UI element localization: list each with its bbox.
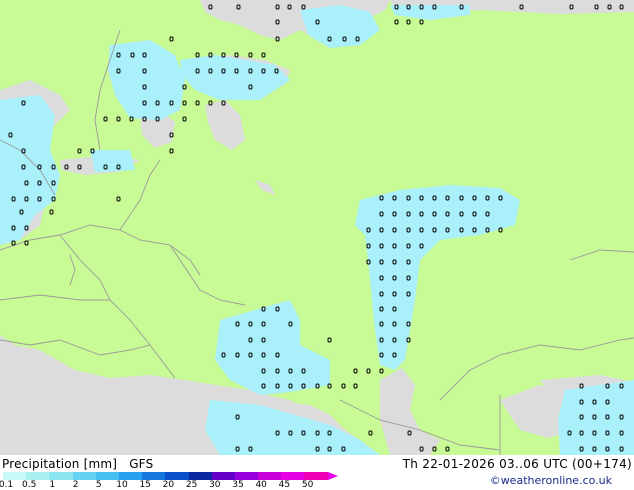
finland-precip	[90, 150, 135, 172]
credit-link[interactable]: ©weatheronline.co.uk	[490, 474, 612, 487]
scale-swatch	[49, 472, 73, 480]
scale-swatch	[211, 472, 235, 480]
scale-swatch	[188, 472, 212, 480]
scale-tick-label: 5	[95, 480, 102, 490]
model-name: GFS	[129, 457, 154, 471]
scale-swatch	[281, 472, 305, 480]
scale-swatch	[72, 472, 96, 480]
map-title: Precipitation [mm] GFS	[2, 457, 153, 471]
scale-tick-label: 45	[278, 480, 291, 490]
scale-tick-label: 40	[255, 480, 267, 490]
scale-tick-label: 10	[116, 480, 128, 490]
scale-swatch	[3, 472, 27, 480]
scale-swatch	[258, 472, 282, 480]
scale-tick-label: 50	[301, 480, 314, 490]
scale-tick-label: 25	[185, 480, 198, 490]
scale-swatch	[95, 472, 119, 480]
scale-tick-label: 30	[209, 480, 221, 490]
color-scale	[3, 472, 338, 480]
scale-swatch	[118, 472, 143, 480]
scale-swatch	[26, 472, 50, 480]
map-canvas	[0, 0, 634, 455]
scale-tick-label: 20	[162, 480, 175, 490]
scale-tick-label: 2	[72, 480, 79, 490]
title-text: Precipitation [mm]	[2, 457, 118, 471]
scale-arrow	[327, 472, 338, 480]
scale-tick-label: 15	[139, 480, 151, 490]
scale-tick-label: 1	[49, 480, 56, 490]
scale-ticks: 0.1 0.5 1 2 5 10 15 20 25 30 35 40 45 50	[0, 480, 330, 490]
forecast-date: Th 22-01-2026 03..06 UTC (00+174)	[402, 457, 632, 471]
scale-swatch	[142, 472, 166, 480]
legend-bar: Precipitation [mm] GFS Th 22-01-2026 03.…	[0, 455, 634, 490]
scale-tick-label: 0.5	[22, 480, 37, 490]
scale-swatch	[304, 472, 328, 480]
scale-swatch	[165, 472, 189, 480]
scale-tick-label: 0.1	[0, 480, 14, 490]
precipitation-map	[0, 0, 634, 455]
scale-tick-label: 35	[232, 480, 244, 490]
scale-swatch	[234, 472, 259, 480]
